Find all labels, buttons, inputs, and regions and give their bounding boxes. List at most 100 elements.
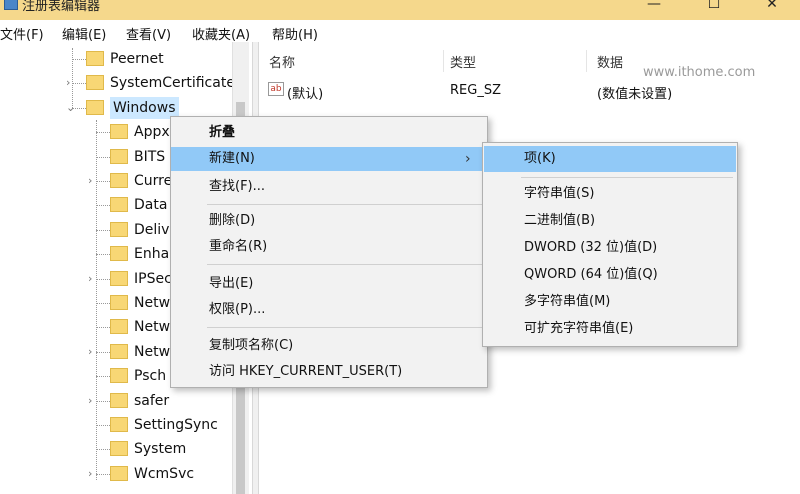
sub-new-multistring-label: 多字符串值(M): [524, 294, 611, 309]
sub-new-key[interactable]: 项(K): [484, 146, 736, 172]
tree-guide-line: [96, 132, 110, 134]
tree-item[interactable]: › WcmSvc: [0, 463, 232, 485]
tree-guide-line: [96, 351, 110, 353]
ctx-export[interactable]: 导出(E): [171, 272, 487, 296]
sub-new-qword[interactable]: QWORD (64 位)值(Q): [484, 262, 736, 288]
close-button[interactable]: ✕: [752, 0, 792, 16]
sub-new-binary-label: 二进制值(B): [524, 213, 596, 228]
folder-icon: [110, 417, 128, 432]
folder-icon: [110, 319, 128, 335]
minimize-button[interactable]: —: [634, 0, 674, 16]
tree-item[interactable]: › safer: [0, 390, 232, 412]
tree-guide-line: [96, 303, 110, 304]
menu-favorites[interactable]: 收藏夹(A): [192, 24, 250, 43]
folder-icon: [110, 148, 128, 164]
sub-new-qword-label: QWORD (64 位)值(Q): [524, 267, 658, 282]
sub-new-expandstring-label: 可扩充字符串值(E): [524, 321, 634, 336]
menu-help[interactable]: 帮助(H): [272, 24, 318, 43]
tree-guide-line: [72, 59, 86, 60]
ctx-copy-key-name[interactable]: 复制项名称(C): [171, 334, 487, 358]
folder-icon: [110, 197, 128, 213]
value-name[interactable]: (默认): [287, 83, 323, 102]
column-separator[interactable]: [586, 50, 587, 72]
tree-guide-line: [96, 229, 110, 231]
tree-item[interactable]: SettingSync: [0, 414, 232, 436]
registry-app-icon: [4, 0, 18, 10]
chevron-right-icon: ›: [465, 151, 471, 167]
folder-icon: [110, 465, 128, 481]
sub-new-binary[interactable]: 二进制值(B): [484, 208, 736, 234]
sub-new-multistring[interactable]: 多字符串值(M): [484, 289, 736, 315]
ctx-goto-hkcu-label: 访问 HKEY_CURRENT_USER(T): [209, 364, 403, 379]
tree-item-label: Netw: [134, 319, 171, 336]
tree-item-label: WcmSvc: [134, 465, 195, 482]
ctx-rename-label: 重命名(R): [209, 239, 268, 254]
watermark: www.ithome.com: [643, 65, 756, 80]
ctx-new-label: 新建(N): [209, 151, 255, 166]
maximize-button[interactable]: ☐: [694, 0, 734, 16]
chevron-down-icon[interactable]: ⌄: [66, 97, 75, 119]
sub-new-string[interactable]: 字符串值(S): [484, 181, 736, 207]
folder-icon: [110, 221, 128, 237]
chevron-right-icon[interactable]: ›: [88, 463, 92, 485]
tree-guide-line: [96, 473, 110, 475]
folder-icon: [86, 51, 104, 66]
tree-item[interactable]: Peernet: [0, 48, 232, 70]
column-header-data[interactable]: 数据: [597, 52, 623, 71]
tree-item[interactable]: System: [0, 438, 232, 460]
folder-icon: [110, 392, 128, 408]
ab-string-icon: ab: [268, 82, 284, 96]
ctx-find[interactable]: 查找(F)...: [171, 175, 487, 199]
sub-new-key-label: 项(K): [524, 151, 556, 166]
sub-new-dword-label: DWORD (32 位)值(D): [524, 240, 658, 255]
tree-item-label: Deliv: [134, 221, 170, 238]
tree-item-label: safer: [134, 392, 170, 409]
chevron-right-icon[interactable]: ›: [88, 341, 92, 363]
context-menu: 折叠 新建(N) › 查找(F)... 删除(D) 重命名(R) 导出(E) 权…: [170, 116, 488, 388]
tree-item-label: Peernet: [110, 51, 164, 67]
tree-guide-line: [96, 449, 110, 451]
folder-icon: [110, 441, 128, 457]
chevron-right-icon[interactable]: ›: [88, 170, 92, 192]
sub-new-dword[interactable]: DWORD (32 位)值(D): [484, 235, 736, 261]
menu-file[interactable]: 文件(F): [0, 24, 44, 43]
column-separator[interactable]: [443, 50, 444, 72]
folder-icon: [110, 295, 128, 310]
chevron-right-icon[interactable]: ›: [88, 390, 92, 412]
folder-icon: [110, 124, 128, 140]
tree-item-label: Windows: [110, 96, 179, 119]
tree-guide-line: [96, 425, 110, 426]
tree-guide-line: [96, 376, 110, 378]
tree-item-label: Netw: [134, 343, 171, 360]
tree-item-label: SystemCertificate: [110, 75, 235, 92]
tree-item-label: SettingSync: [134, 417, 218, 433]
ctx-delete[interactable]: 删除(D): [171, 209, 487, 233]
folder-icon: [110, 343, 128, 359]
tree-guide-line: [72, 83, 86, 85]
ctx-permissions[interactable]: 权限(P)...: [171, 298, 487, 322]
ctx-goto-hkcu[interactable]: 访问 HKEY_CURRENT_USER(T): [171, 360, 487, 384]
ctx-separator: [207, 204, 483, 205]
tree-item-label: Curre: [134, 173, 173, 189]
ctx-collapse-label: 折叠: [209, 125, 236, 140]
column-header-name[interactable]: 名称: [269, 52, 295, 71]
chevron-right-icon[interactable]: ›: [66, 72, 70, 94]
chevron-right-icon[interactable]: ›: [88, 268, 92, 290]
menu-view[interactable]: 查看(V): [126, 24, 171, 43]
tree-guide-line: [96, 156, 110, 158]
ctx-rename[interactable]: 重命名(R): [171, 235, 487, 259]
column-header-type[interactable]: 类型: [450, 52, 476, 71]
menu-edit[interactable]: 编辑(E): [62, 24, 106, 43]
ctx-separator: [207, 327, 483, 328]
title-bar: 注册表编辑器 — ☐ ✕: [0, 0, 800, 20]
tree-item[interactable]: › SystemCertificate: [0, 72, 235, 94]
tree-item-label: Appx: [134, 124, 170, 141]
sub-new-expandstring[interactable]: 可扩充字符串值(E): [484, 316, 736, 342]
ctx-collapse[interactable]: 折叠: [171, 121, 487, 145]
ctx-new[interactable]: 新建(N) ›: [171, 147, 487, 171]
ctx-copy-key-name-label: 复制项名称(C): [209, 338, 294, 353]
folder-icon: [110, 173, 128, 188]
value-data: (数值未设置): [597, 87, 673, 102]
new-submenu: 项(K) 字符串值(S) 二进制值(B) DWORD (32 位)值(D) QW…: [482, 142, 738, 347]
tree-guide-line: [96, 400, 110, 402]
